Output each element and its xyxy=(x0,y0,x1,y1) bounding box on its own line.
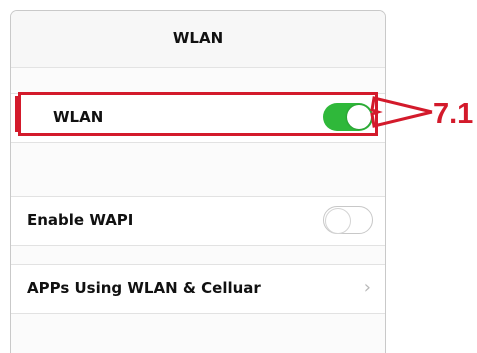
screenshot-stage: WLAN WLAN Enable WAPI APPs Using WLAN & … xyxy=(0,0,477,353)
enable-wapi-row[interactable]: Enable WAPI xyxy=(11,196,385,246)
page-title: WLAN xyxy=(172,29,224,47)
settings-screen: WLAN WLAN Enable WAPI APPs Using WLAN & … xyxy=(10,10,386,353)
navigation-bar: WLAN xyxy=(11,11,385,68)
apps-using-wlan-label: APPs Using WLAN & Celluar xyxy=(27,279,261,297)
chevron-right-icon: › xyxy=(363,277,371,298)
callout-label: 7.1 xyxy=(433,98,474,130)
highlight-marker xyxy=(15,96,20,132)
toggle-knob xyxy=(325,207,351,234)
enable-wapi-label: Enable WAPI xyxy=(27,211,134,229)
callout-arrow-icon xyxy=(370,96,433,128)
enable-wapi-toggle[interactable] xyxy=(323,206,373,234)
highlight-box xyxy=(18,92,378,136)
apps-using-wlan-row[interactable]: APPs Using WLAN & Celluar › xyxy=(11,264,385,314)
